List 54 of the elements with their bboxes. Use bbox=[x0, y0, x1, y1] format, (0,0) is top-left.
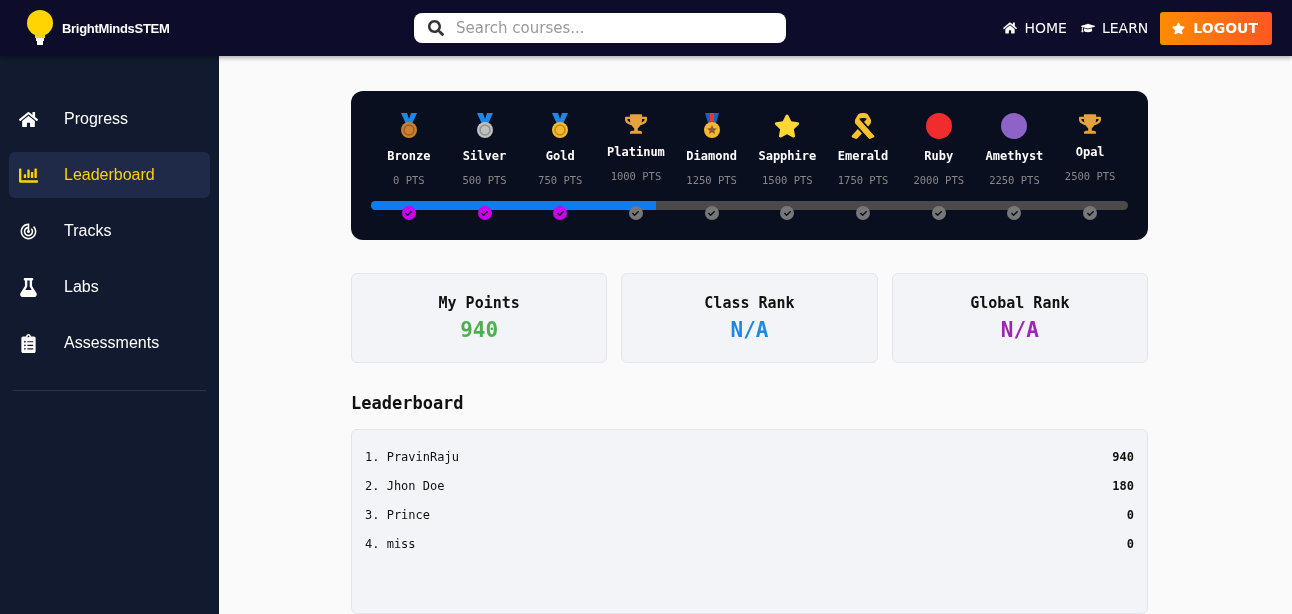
badge-points: 0 PTS bbox=[393, 173, 425, 188]
player-name: 4. miss bbox=[365, 537, 416, 551]
badge-name: Sapphire bbox=[758, 149, 817, 163]
player-name: 1. PravinRaju bbox=[365, 450, 459, 464]
bar-chart-icon bbox=[19, 165, 38, 185]
nav-link[interactable]: HOME bbox=[1003, 20, 1067, 36]
stat-value: N/A bbox=[730, 318, 769, 342]
section-title: Leaderboard bbox=[351, 393, 465, 413]
badge-points: 2250 PTS bbox=[989, 173, 1040, 188]
home-icon bbox=[19, 109, 38, 129]
search-field[interactable]: Search courses... bbox=[414, 13, 786, 43]
search-icon bbox=[428, 20, 444, 36]
home-icon bbox=[1003, 21, 1018, 35]
badge-points: 2500 PTS bbox=[1064, 169, 1116, 184]
sidebar-item[interactable]: Progress bbox=[9, 96, 210, 142]
player-score: 940 bbox=[1112, 450, 1134, 464]
badge-name: Emerald bbox=[837, 149, 889, 163]
badge-name: Amethyst bbox=[985, 149, 1044, 163]
stat-label: Global Rank bbox=[970, 294, 1070, 312]
sidebar-item[interactable]: Tracks bbox=[9, 208, 210, 254]
nav-link[interactable]: LEARN bbox=[1080, 20, 1149, 36]
player-score: 0 bbox=[1126, 508, 1134, 522]
flask-icon bbox=[19, 277, 38, 297]
badge-points: 750 PTS bbox=[538, 173, 583, 188]
badge-name: Diamond bbox=[686, 149, 737, 163]
stat-label: Class Rank bbox=[704, 294, 795, 312]
target-icon bbox=[19, 221, 38, 241]
clipboard-icon bbox=[19, 333, 38, 353]
player-score: 0 bbox=[1126, 537, 1134, 551]
sidebar-item[interactable]: Labs bbox=[9, 264, 210, 310]
brand-name: BrightMindsSTEM bbox=[62, 20, 170, 36]
star-icon bbox=[1172, 21, 1186, 35]
sidebar-item[interactable]: Assessments bbox=[9, 320, 210, 366]
badge-name: Gold bbox=[545, 149, 575, 163]
badge-points: 1250 PTS bbox=[686, 173, 737, 188]
badge-name: Platinum bbox=[607, 145, 665, 159]
badge-name: Silver bbox=[462, 149, 507, 163]
badge-points: 1000 PTS bbox=[610, 169, 662, 184]
stat-label: My Points bbox=[438, 294, 520, 312]
badge-points: 1750 PTS bbox=[837, 173, 889, 188]
lightbulb-icon bbox=[26, 10, 54, 46]
stat-value: 940 bbox=[460, 318, 499, 342]
player-score: 180 bbox=[1112, 479, 1134, 493]
player-name: 3. Prince bbox=[365, 508, 431, 522]
badge-points: 2000 PTS bbox=[913, 173, 965, 188]
badge-points: 1500 PTS bbox=[762, 173, 813, 188]
graduation-cap-icon bbox=[1080, 21, 1095, 35]
badge-points: 500 PTS bbox=[462, 173, 507, 188]
badge-name: Ruby bbox=[924, 149, 954, 163]
badge-name: Opal bbox=[1075, 145, 1105, 159]
player-name: 2. Jhon Doe bbox=[365, 479, 445, 493]
badge-name: Bronze bbox=[387, 149, 431, 163]
sidebar-item[interactable]: Leaderboard bbox=[9, 152, 210, 198]
stat-value: N/A bbox=[1000, 318, 1039, 342]
